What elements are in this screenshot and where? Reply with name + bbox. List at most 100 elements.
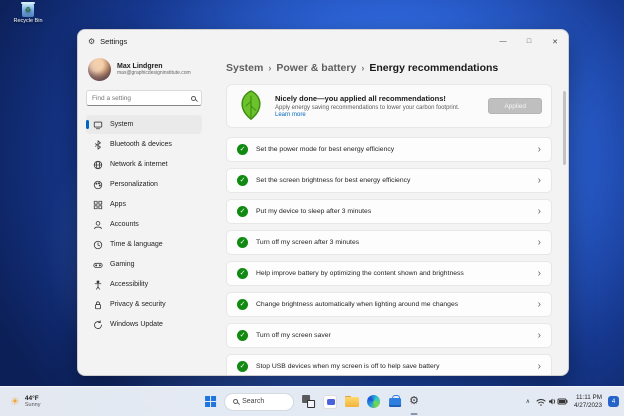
gear-icon: ⚙ (409, 395, 419, 407)
store-icon (388, 395, 401, 408)
minimize-button[interactable]: — (490, 30, 516, 53)
tray-date: 4/27/2023 (573, 401, 602, 409)
sidebar-item-apps[interactable]: Apps (86, 195, 202, 214)
chevron-right-icon: › (537, 298, 541, 310)
breadcrumb-system[interactable]: System (226, 62, 263, 74)
update-icon (94, 319, 102, 329)
check-circle-icon: ✓ (237, 268, 248, 279)
personalization-icon (93, 180, 103, 189)
breadcrumb-separator: › (268, 63, 272, 73)
main-content: System › Power & battery › Energy recomm… (208, 53, 568, 375)
recommendation-row-sleep[interactable]: ✓ Put my device to sleep after 3 minutes… (226, 199, 552, 224)
user-profile[interactable]: Max Lindgren max@graphicdesigninstitute.… (88, 58, 202, 81)
close-button[interactable]: ✕ (542, 30, 568, 53)
person-icon (94, 220, 102, 229)
sidebar-item-accessibility[interactable]: Accessibility (86, 275, 202, 294)
sidebar-item-system[interactable]: System (86, 115, 202, 134)
chat-button[interactable] (323, 387, 338, 416)
windows-logo-icon (205, 396, 217, 407)
recommendation-row-screen-brightness[interactable]: ✓ Set the screen brightness for best ene… (226, 168, 552, 193)
settings-search-box[interactable] (86, 90, 202, 106)
apps-icon (93, 200, 103, 209)
user-name: Max Lindgren (117, 63, 163, 70)
recommendation-row-screen-saver[interactable]: ✓ Turn off my screen saver › (226, 323, 552, 348)
store-button[interactable] (388, 387, 401, 416)
edge-button[interactable] (367, 387, 381, 416)
recommendation-row-power-mode[interactable]: ✓ Set the power mode for best energy eff… (226, 137, 552, 162)
sidebar-item-time-language[interactable]: Time & language (86, 235, 202, 254)
page-title: Energy recommendations (369, 62, 499, 74)
weather-widget[interactable]: ☀ 44°F Sunny (4, 387, 46, 416)
learn-more-link[interactable]: Learn more (275, 112, 459, 118)
check-circle-icon: ✓ (237, 206, 248, 217)
search-icon (233, 399, 239, 404)
window-title: Settings (100, 37, 128, 46)
sidebar-item-personalization[interactable]: Personalization (86, 175, 202, 194)
sidebar-item-label: Accounts (110, 221, 139, 228)
recycle-bin[interactable]: Recycle Bin (8, 2, 48, 24)
open-app-indicator (410, 412, 418, 415)
chevron-right-icon: › (537, 205, 541, 217)
scrollbar[interactable] (563, 91, 566, 165)
volume-icon (548, 398, 556, 405)
sidebar-item-network-internet[interactable]: Network & internet (86, 155, 202, 174)
sidebar-item-label: Apps (110, 201, 126, 208)
start-button[interactable] (205, 387, 217, 416)
recommendation-row-auto-brightness[interactable]: ✓ Change brightness automatically when l… (226, 292, 552, 317)
accessibility-icon (94, 279, 102, 290)
avatar (88, 58, 111, 81)
bluetooth-icon (95, 139, 101, 150)
leaf-icon (241, 90, 261, 121)
system-tray: ∧ 11:11 PM 4/27/2023 4 (526, 387, 619, 416)
applied-button[interactable]: Applied (488, 98, 542, 114)
sidebar-item-label: Gaming (110, 261, 135, 268)
taskbar-search[interactable]: Search (224, 387, 295, 416)
task-view-button[interactable] (302, 387, 316, 416)
sidebar-item-label: Network & internet (110, 161, 168, 168)
sidebar-item-label: Personalization (110, 181, 158, 188)
weather-temp: 44°F (24, 395, 39, 402)
recommendation-label: Set the screen brightness for best energ… (256, 177, 411, 184)
recommendation-label: Set the power mode for best energy effic… (256, 146, 395, 153)
sidebar-item-label: Accessibility (110, 281, 149, 288)
sidebar-item-label: Time & language (110, 241, 163, 248)
chat-icon (323, 394, 338, 409)
lock-icon (95, 300, 101, 309)
recommendation-row-screen-off[interactable]: ✓ Turn off my screen after 3 minutes › (226, 230, 552, 255)
sidebar-item-label: Privacy & security (110, 301, 166, 308)
sidebar-item-privacy-security[interactable]: Privacy & security (86, 295, 202, 314)
notification-badge[interactable]: 4 (608, 396, 619, 407)
chevron-right-icon: › (537, 267, 541, 279)
check-circle-icon: ✓ (237, 330, 248, 341)
sidebar-item-accounts[interactable]: Accounts (86, 215, 202, 234)
chevron-right-icon: › (537, 174, 541, 186)
taskbar-search-label: Search (242, 398, 265, 405)
check-circle-icon: ✓ (237, 237, 248, 248)
sidebar-item-gaming[interactable]: Gaming (86, 255, 202, 274)
recommendation-label: Turn off my screen saver (256, 332, 331, 339)
settings-taskbar-button[interactable]: ⚙ (409, 387, 419, 416)
chevron-right-icon: › (537, 360, 541, 372)
clock[interactable]: 11:11 PM 4/27/2023 (574, 394, 602, 410)
file-explorer-icon (345, 395, 360, 408)
sidebar-item-label: Bluetooth & devices (110, 141, 172, 148)
edge-icon (367, 395, 381, 408)
system-icon (93, 121, 103, 129)
task-view-icon (302, 395, 316, 408)
check-circle-icon: ✓ (237, 299, 248, 310)
recommendation-row-usb-devices[interactable]: ✓ Stop USB devices when my screen is off… (226, 354, 552, 375)
search-input[interactable] (92, 94, 191, 102)
recommendation-label: Help improve battery by optimizing the c… (256, 270, 464, 277)
file-explorer-button[interactable] (345, 387, 360, 416)
sidebar-item-bluetooth-devices[interactable]: Bluetooth & devices (86, 135, 202, 154)
taskbar: ☀ 44°F Sunny Search ⚙ ∧ 11:11 PM 4/27/20… (0, 386, 624, 416)
tray-chevron-up-icon[interactable]: ∧ (526, 398, 530, 405)
recommendation-row-optimize-content[interactable]: ✓ Help improve battery by optimizing the… (226, 261, 552, 286)
maximize-button[interactable]: □ (516, 30, 542, 53)
tray-status-icons[interactable] (536, 396, 568, 407)
chevron-right-icon: › (537, 143, 541, 155)
sun-icon: ☀ (10, 396, 20, 408)
sidebar-item-windows-update[interactable]: Windows Update (86, 315, 202, 334)
recommendation-label: Put my device to sleep after 3 minutes (256, 208, 372, 215)
breadcrumb-power-battery[interactable]: Power & battery (276, 62, 356, 74)
